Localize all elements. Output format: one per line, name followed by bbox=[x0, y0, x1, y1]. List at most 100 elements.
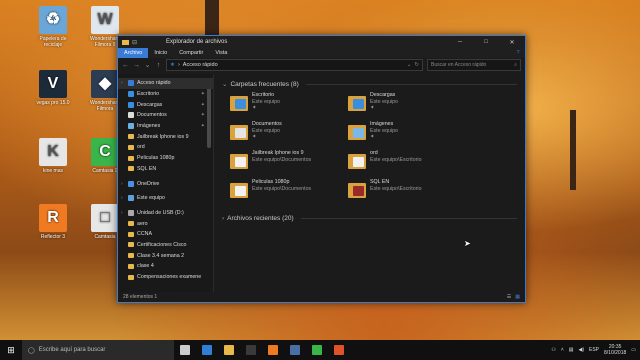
folder-icon bbox=[348, 152, 366, 169]
taskbar-app-store[interactable] bbox=[240, 340, 262, 360]
nav-item[interactable]: › Unidad de USB (D:) bbox=[118, 208, 213, 219]
frequent-folder-tile[interactable]: Documentos Este equipo ✦ bbox=[230, 121, 348, 150]
taskbar-search[interactable]: ◯ Escribe aquí para buscar bbox=[22, 340, 174, 360]
nav-item[interactable]: Clase 3.4 semana 2 bbox=[118, 250, 213, 261]
nav-item[interactable]: › OneDrive bbox=[118, 178, 213, 189]
store-icon bbox=[246, 345, 256, 355]
tile-location: Este equipo\Escritorio bbox=[370, 156, 422, 163]
frequent-folder-tile[interactable]: SQL EN Este equipo\Escritorio bbox=[348, 179, 466, 208]
pin-icon: ✦ bbox=[370, 134, 375, 140]
nav-icon bbox=[128, 180, 134, 187]
search-box[interactable]: Buscar en Acceso rápido ⌕ bbox=[427, 59, 521, 71]
taskbar-app-filmora[interactable] bbox=[284, 340, 306, 360]
group-header-recent[interactable]: › Archivos recientes (20) bbox=[222, 212, 517, 224]
up-icon[interactable]: ↑ bbox=[155, 62, 162, 69]
taskbar-app-explorer[interactable] bbox=[218, 340, 240, 360]
quick-access-toolbar[interactable]: ⊟ bbox=[118, 39, 166, 46]
nav-item[interactable]: Jailbreak Iphone ios 9 bbox=[118, 131, 213, 142]
language-indicator[interactable]: ESP bbox=[589, 347, 599, 353]
search-icon: ◯ bbox=[28, 347, 35, 354]
chevron-down-icon[interactable]: ⌄ bbox=[222, 80, 227, 88]
desktop-icon[interactable]: ♻ Papelera de reciclaje bbox=[36, 6, 70, 48]
folder-icon[interactable] bbox=[122, 39, 129, 45]
forward-icon[interactable]: → bbox=[133, 62, 140, 69]
help-icon[interactable]: ? bbox=[511, 48, 525, 58]
close-icon[interactable]: ✕ bbox=[499, 39, 525, 46]
ribbon-tab[interactable]: Compartir bbox=[173, 48, 209, 58]
frequent-folder-tile[interactable]: Escritorio Este equipo ✦ bbox=[230, 92, 348, 121]
nav-item[interactable]: Imágenes ✦ bbox=[118, 121, 213, 132]
frequent-folder-tile[interactable]: Peliculas 1080p Este equipo\Documentos bbox=[230, 179, 348, 208]
nav-item[interactable]: Certificaciones Cisco bbox=[118, 240, 213, 251]
minimize-icon[interactable]: ─ bbox=[447, 39, 473, 45]
nav-item-label: Documentos bbox=[137, 112, 167, 119]
tree-trunk bbox=[570, 110, 576, 190]
nav-item[interactable]: aero bbox=[118, 218, 213, 229]
expand-chevron-icon[interactable]: › bbox=[121, 210, 125, 216]
nav-item[interactable]: Peliculas 1080p bbox=[118, 153, 213, 164]
expand-chevron-icon[interactable]: › bbox=[121, 80, 125, 86]
task-view-icon bbox=[180, 345, 190, 355]
frequent-folder-tile[interactable]: Jailbreak Iphone ios 9 Este equipo\Docume… bbox=[230, 150, 348, 179]
nav-item[interactable]: › Acceso rápido bbox=[118, 78, 213, 89]
folder-icon bbox=[230, 181, 248, 198]
nav-item[interactable]: Escritorio ✦ bbox=[118, 89, 213, 100]
nav-item[interactable]: Documentos ✦ bbox=[118, 110, 213, 121]
tiles-view-icon[interactable]: ▦ bbox=[515, 294, 520, 300]
start-icon[interactable]: ⊞ bbox=[0, 340, 22, 360]
taskbar-app-camtasia[interactable] bbox=[306, 340, 328, 360]
app-icon: V bbox=[39, 70, 67, 98]
nav-item[interactable]: › Este equipo bbox=[118, 193, 213, 204]
window-title: Explorador de archivos bbox=[166, 39, 228, 45]
nav-item[interactable]: clase 4 bbox=[118, 261, 213, 272]
group-title-recent: Archivos recientes (20) bbox=[227, 214, 294, 222]
desktop-icon-label: kine mas bbox=[42, 168, 63, 174]
maximize-icon[interactable]: □ bbox=[473, 39, 499, 45]
taskbar-app-edge[interactable] bbox=[196, 340, 218, 360]
pin-icon: ✦ bbox=[200, 112, 205, 119]
nav-item-label: ord bbox=[137, 144, 145, 151]
taskbar-app-recorder[interactable] bbox=[328, 340, 350, 360]
tile-name: Jailbreak Iphone ios 9 bbox=[252, 150, 304, 156]
recent-locations-icon[interactable]: ⌄ bbox=[144, 61, 151, 69]
address-dropdown-icon[interactable]: ⌄ bbox=[407, 62, 412, 68]
ribbon-tab[interactable]: Inicio bbox=[148, 48, 173, 58]
desktop-icon[interactable]: R Reflector 3 bbox=[36, 204, 70, 240]
expand-chevron-icon[interactable]: › bbox=[121, 181, 125, 187]
nav-item[interactable]: Compensaciones examene bbox=[118, 272, 213, 283]
network-icon[interactable]: ▤ bbox=[569, 347, 574, 353]
nav-item[interactable]: ord bbox=[118, 142, 213, 153]
taskbar-app-task-view[interactable] bbox=[174, 340, 196, 360]
desktop-icon[interactable]: Kkine mas bbox=[36, 138, 70, 174]
nav-item[interactable]: SQL EN bbox=[118, 164, 213, 175]
ribbon-tab[interactable]: Archivo bbox=[118, 48, 149, 58]
ribbon-tab[interactable]: Vista bbox=[209, 48, 233, 58]
notifications-icon[interactable]: ▭ bbox=[631, 347, 636, 353]
pin-icon: ✦ bbox=[252, 134, 257, 140]
app-icon: ◆ bbox=[91, 70, 119, 98]
frequent-folder-tile[interactable]: Imágenes Este equipo ✦ bbox=[348, 121, 466, 150]
people-icon[interactable]: ⚇ bbox=[551, 347, 555, 353]
desktop-icon[interactable]: Vvegas pro 15.0 bbox=[36, 70, 70, 106]
back-icon[interactable]: ← bbox=[122, 62, 129, 69]
nav-item[interactable]: CCNA bbox=[118, 229, 213, 240]
group-header-frequent[interactable]: ⌄ Carpetas frecuentes (8) bbox=[222, 78, 517, 90]
clock[interactable]: 20:35 8/10/2018 bbox=[604, 344, 626, 356]
expand-chevron-icon[interactable]: › bbox=[121, 195, 125, 201]
pin-icon[interactable]: ⊟ bbox=[132, 39, 137, 46]
volume-icon[interactable]: ◀) bbox=[578, 347, 584, 353]
frequent-folder-tile[interactable]: Descargas Este equipo ✦ bbox=[348, 92, 466, 121]
address-bar[interactable]: ★ › Acceso rápido ⌄ ↻ bbox=[166, 59, 423, 71]
nav-item-label: Escritorio bbox=[137, 91, 160, 98]
nav-item[interactable]: Descargas ✦ bbox=[118, 99, 213, 110]
chevron-up-icon[interactable]: ˄ bbox=[561, 347, 564, 353]
details-view-icon[interactable]: ☰ bbox=[507, 294, 511, 300]
nav-icon bbox=[128, 91, 134, 98]
chevron-right-icon[interactable]: › bbox=[222, 215, 224, 222]
folder-icon bbox=[348, 94, 366, 111]
refresh-icon[interactable]: ↻ bbox=[414, 62, 419, 68]
app-icon: C bbox=[91, 138, 119, 166]
frequent-folder-tile[interactable]: ord Este equipo\Escritorio bbox=[348, 150, 466, 179]
taskbar-app-reflector[interactable] bbox=[262, 340, 284, 360]
pin-icon: ✦ bbox=[200, 91, 205, 98]
